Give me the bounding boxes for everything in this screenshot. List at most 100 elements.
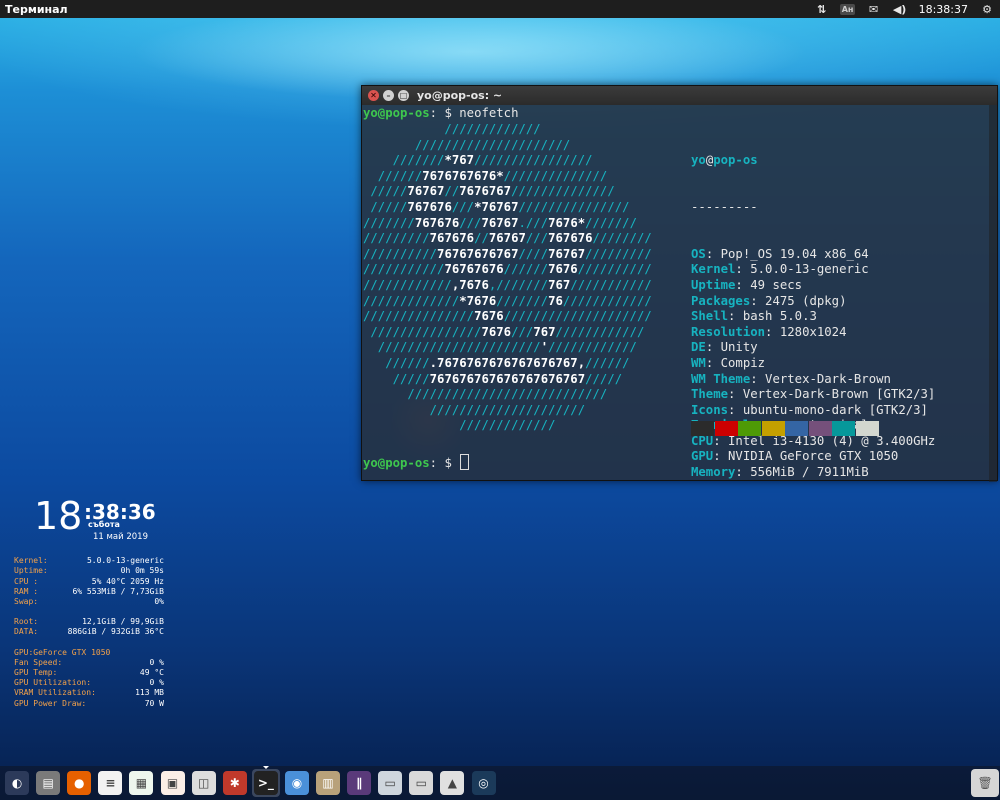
minimize-icon[interactable]: – — [383, 90, 394, 101]
logo-line: ///////////// — [363, 122, 541, 136]
logo-line: //////7676767676*////////////// — [363, 168, 608, 183]
conky-value: 5.0.0-13-generic — [86, 556, 164, 566]
conky-row: Uptime: 0h 0m 59s — [14, 566, 164, 576]
trash-icon[interactable]: 🗑 — [971, 769, 1000, 797]
network-arrows-icon[interactable]: ⇅ — [809, 0, 835, 18]
terminal-titlebar[interactable]: ✕ – □ yo@pop-os: ~ — [362, 86, 997, 105]
color-swatch — [855, 421, 879, 436]
logo-line: //////.7676767676767676767,////// — [363, 355, 630, 370]
conky-row: GPU Utilization: 0 % — [14, 678, 164, 688]
conky-row: GPU Temp: 49 °C — [14, 668, 164, 678]
conky-clock: 18 :38:36 събота — [14, 496, 164, 536]
terminal-scrollbar[interactable] — [989, 105, 997, 482]
color-swatch — [714, 421, 738, 436]
dock-launcher: ◐ ▤ ● ≡ ▦ ▣ ◫ ✱ >_ ◉ ▥ ∥ ▭ ▭ ▲ ◎ — [0, 766, 1000, 800]
logo-line: /////767676767676767676767///// — [363, 371, 623, 386]
info-row: Icons: ubuntu-mono-dark [GTK2/3] — [691, 402, 928, 417]
prompt-line[interactable]: yo@pop-os: $ — [363, 454, 470, 472]
conky-weekday: събота — [88, 520, 120, 529]
gear-icon[interactable]: ⚙ — [974, 0, 1000, 18]
pop-os-ascii-logo: ///////////// ///////////////////// ////… — [363, 122, 652, 434]
info-row: Theme: Vertex-Dark-Brown [GTK2/3] — [691, 387, 936, 402]
conky-value: 0 % — [149, 657, 164, 667]
maximize-icon[interactable]: □ — [398, 90, 409, 101]
conky-label: GPU Power Draw: — [14, 698, 87, 708]
logo-line: ///////////////7676//////////////////// — [363, 309, 652, 324]
files-icon[interactable]: ▤ — [34, 769, 62, 797]
panel-clock[interactable]: 18:38:37 — [913, 3, 974, 16]
conky-row: GPU Power Draw: 70 W — [14, 699, 164, 709]
conky-row: Fan Speed: 0 % — [14, 658, 164, 668]
conky-label: VRAM Utilization: — [14, 688, 96, 698]
logo-line: ///////////////////// — [363, 402, 586, 417]
conky-value: 70 W — [144, 698, 164, 708]
top-panel: Терминал ⇅ Ан ✉ ◀) 18:38:37 ⚙ — [0, 0, 1000, 18]
libreoffice-writer-icon[interactable]: ≡ — [96, 769, 124, 797]
conky-value: 12,1GiB / 99,9GiB — [82, 617, 164, 627]
close-icon[interactable]: ✕ — [368, 90, 379, 101]
conky-value: 886GiB / 932GiB 36°C — [67, 627, 164, 637]
conky-row: CPU : 5% 40°C 2059 Hz — [14, 577, 164, 587]
conky-label: Fan Speed: — [14, 657, 63, 667]
conky-row: VRAM Utilization: 113 MB — [14, 688, 164, 698]
mount-icon[interactable]: ▲ — [438, 769, 466, 797]
info-row: GPU: NVIDIA GeForce GTX 1050 — [691, 449, 899, 464]
logo-line: ///////////// — [363, 418, 556, 433]
crayons-icon[interactable]: ∥ — [345, 769, 373, 797]
ubuntu-launcher-icon[interactable]: ◐ — [3, 769, 31, 797]
mail-icon[interactable]: ✉ — [861, 0, 887, 18]
drive-icon[interactable]: ▭ — [407, 769, 435, 797]
info-row: Shell: bash 5.0.3 — [691, 309, 817, 324]
conky-label: GPU Utilization: — [14, 678, 92, 688]
volume-icon[interactable]: ◀) — [887, 0, 913, 18]
logo-line: ///////767676///76767.///7676*/////// — [363, 215, 637, 230]
terminal-body[interactable]: yo@pop-os: $ neofetch ///////////// ////… — [362, 105, 997, 482]
text-cursor — [460, 454, 470, 470]
conky-row: RAM : 6% 553MiB / 7,73GiB — [14, 587, 164, 597]
firefox-icon[interactable]: ● — [65, 769, 93, 797]
info-row: DE: Unity — [691, 340, 758, 355]
keyboard-layout-indicator[interactable]: Ан — [835, 0, 861, 18]
conky-label: DATA: — [14, 627, 39, 637]
info-row: Kernel: 5.0.0-13-generic — [691, 262, 869, 277]
conky-label: CPU : — [14, 576, 39, 586]
installer-icon[interactable]: ◫ — [190, 769, 218, 797]
conky-minutes-seconds: :38:36 — [84, 500, 156, 524]
steam-icon[interactable]: ◎ — [470, 769, 498, 797]
conky-value: 0 % — [149, 678, 164, 688]
color-swatch — [785, 421, 808, 436]
command-line: yo@pop-os: $ neofetch — [363, 106, 519, 120]
terminal-window[interactable]: ✕ – □ yo@pop-os: ~ yo@pop-os: $ neofetch… — [361, 85, 998, 482]
scanner-icon[interactable]: ▭ — [376, 769, 404, 797]
logo-line: //////////////////////'//////////// — [363, 340, 637, 355]
color-swatch — [761, 421, 785, 436]
browser-icon[interactable]: ◉ — [283, 769, 311, 797]
logo-line: ///////////76767676//////7676////////// — [363, 262, 652, 277]
info-row: Uptime: 49 secs — [691, 277, 803, 292]
info-row: WM: Compiz — [691, 355, 766, 370]
logo-line: /////767676///*76767/////////////// — [363, 199, 630, 214]
conky-row: DATA: 886GiB / 932GiB 36°C — [14, 627, 164, 637]
active-window-title: Терминал — [5, 2, 68, 16]
neofetch-info: yo@pop-os --------- OS: Pop!_OS 19.04 x8… — [691, 153, 936, 480]
conky-gpu-title: GPU:GeForce GTX 1050 — [14, 647, 111, 657]
conky-label: Uptime: — [14, 566, 48, 576]
logo-line: ////////////,7676,///////767/////////// — [363, 277, 652, 292]
info-row: Packages: 2475 (dpkg) — [691, 293, 847, 308]
libreoffice-calc-icon[interactable]: ▦ — [127, 769, 155, 797]
conky-value: 113 MB — [135, 688, 164, 698]
logo-line: //////////76767676767////76767///////// — [363, 246, 652, 261]
conky-value: 49 °C — [139, 668, 164, 678]
terminal-icon[interactable]: >_ — [251, 766, 280, 797]
libreoffice-impress-icon[interactable]: ▣ — [159, 769, 187, 797]
conky-value: 0% — [154, 597, 164, 607]
info-row: Resolution: 1280x1024 — [691, 324, 847, 339]
logo-line: /////////////////////////// — [363, 387, 608, 402]
logo-line: /////////767676//76767///767676//////// — [363, 231, 652, 246]
conky-widget: 18 :38:36 събота 11 май 2019 Kernel: 5.0.… — [14, 496, 164, 709]
logo-line: /////////////*7676///////76//////////// — [363, 293, 652, 308]
archive-icon[interactable]: ▥ — [314, 769, 342, 797]
info-row: Memory: 556MiB / 7911MiB — [691, 465, 869, 480]
color-swatch — [808, 421, 832, 436]
settings-icon[interactable]: ✱ — [221, 769, 249, 797]
